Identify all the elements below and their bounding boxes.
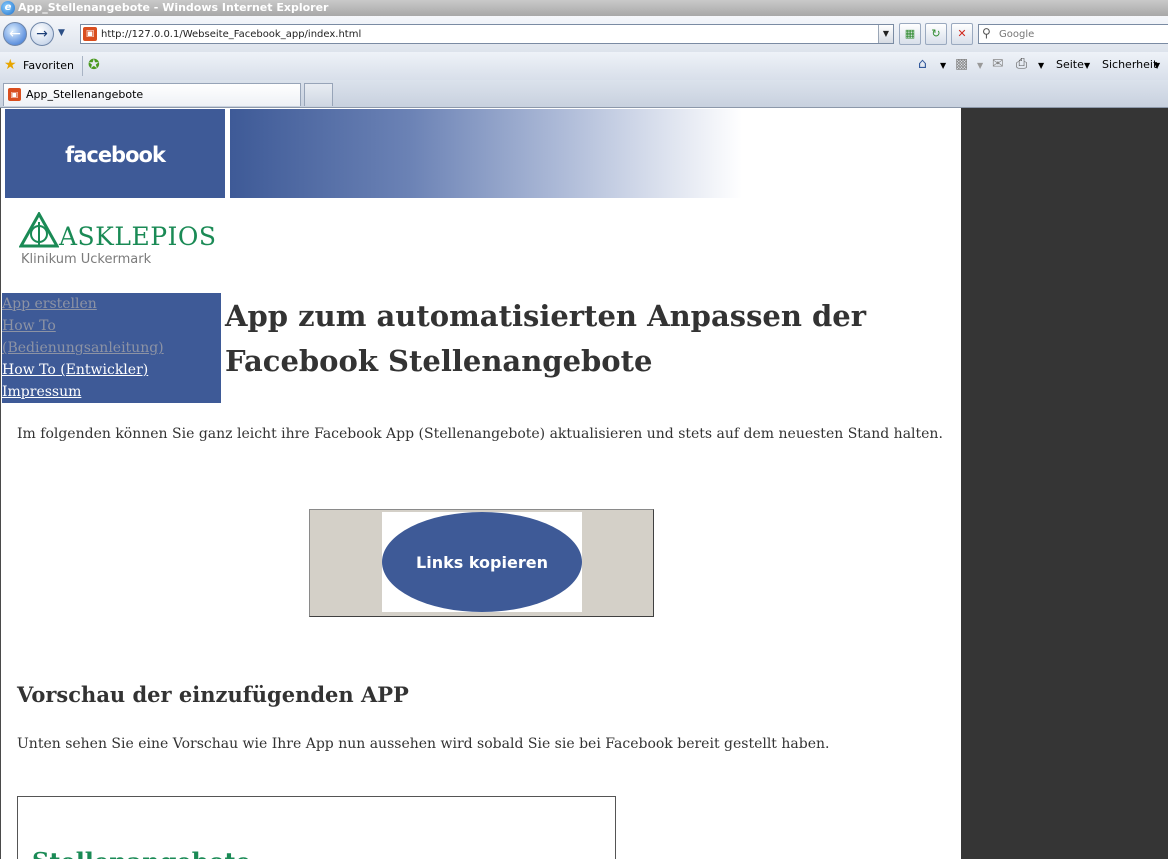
menu-item-how-to-entwickler[interactable]: How To (Entwickler) — [2, 359, 221, 381]
address-bar: ▣ ▼ — [80, 24, 894, 44]
url-input[interactable] — [101, 25, 871, 43]
window-titlebar: e App_Stellenangebote - Windows Internet… — [0, 0, 1168, 16]
preview-heading: Stellenangebote — [32, 847, 251, 859]
tab-label: App_Stellenangebote — [26, 88, 144, 101]
banner-gradient — [230, 109, 742, 198]
asklepios-emblem-icon — [19, 212, 59, 248]
right-gray-area — [961, 108, 1168, 859]
window-title: App_Stellenangebote - Windows Internet E… — [18, 1, 329, 14]
page-menu-dropdown-icon[interactable]: ▼ — [1084, 61, 1090, 70]
brand-name: ASKLEPIOS — [59, 222, 217, 251]
add-favorite-icon[interactable]: ✪ — [88, 57, 100, 73]
home-icon[interactable]: ⌂ — [918, 56, 927, 72]
tab-app-stellenangebote[interactable]: ▣ App_Stellenangebote — [3, 83, 301, 106]
preview-description: Unten sehen Sie eine Vorschau wie Ihre A… — [17, 736, 830, 752]
intro-text: Im folgenden können Sie ganz leicht ihre… — [17, 426, 943, 442]
search-input[interactable] — [999, 25, 1164, 43]
search-icon: ⚲ — [982, 26, 991, 40]
favorites-separator — [82, 56, 83, 76]
preview-section-title: Vorschau der einzufügenden APP — [17, 682, 409, 707]
tab-bar: ▣ App_Stellenangebote — [0, 80, 1168, 108]
main-menu: App erstellen How To (Bedienungsanleitun… — [2, 293, 221, 403]
site-favicon-icon: ▣ — [83, 27, 97, 41]
favorites-star-icon[interactable]: ★ — [4, 57, 17, 73]
asklepios-logo: ASKLEPIOS Klinikum Uckermark — [19, 212, 219, 272]
page-title: App zum automatisierten Anpassen der Fac… — [225, 299, 867, 378]
stop-button[interactable]: ✕ — [951, 23, 973, 45]
security-menu[interactable]: Sicherheit — [1102, 58, 1157, 71]
print-icon[interactable]: ⎙ — [1016, 56, 1027, 72]
menu-item-impressum[interactable]: Impressum — [2, 381, 221, 403]
page-menu[interactable]: Seite — [1056, 58, 1084, 71]
print-dropdown-icon[interactable]: ▼ — [1038, 61, 1044, 70]
app-preview-frame: Stellenangebote — [17, 796, 616, 859]
search-box: ⚲ — [978, 24, 1168, 44]
page-viewport: facebook ASKLEPIOS Klinikum Uckermark Ap… — [0, 108, 961, 859]
tab-favicon-icon: ▣ — [8, 88, 21, 101]
mail-icon[interactable]: ✉ — [992, 56, 1004, 72]
favorites-button[interactable]: Favoriten — [23, 59, 74, 72]
recent-pages-dropdown-icon[interactable]: ▼ — [58, 28, 65, 38]
copy-links-panel: Links kopieren — [309, 509, 654, 617]
facebook-banner: facebook — [5, 109, 225, 198]
menu-item-how-to-bedienungsanleitung[interactable]: How To (Bedienungsanleitung) — [2, 315, 202, 359]
address-toolbar: ← → ▼ ▣ ▼ ▦ ↻ ✕ ⚲ — [0, 16, 1168, 52]
forward-button[interactable]: → — [30, 22, 54, 46]
new-tab-button[interactable] — [304, 83, 333, 106]
ie-logo-icon: e — [1, 1, 15, 15]
copy-links-button-frame: Links kopieren — [382, 512, 582, 612]
refresh-button[interactable]: ↻ — [925, 23, 947, 45]
back-button[interactable]: ← — [3, 22, 27, 46]
security-menu-dropdown-icon[interactable]: ▼ — [1154, 61, 1160, 70]
address-dropdown-icon[interactable]: ▼ — [878, 25, 893, 43]
menu-item-app-erstellen[interactable]: App erstellen — [2, 293, 221, 315]
compatibility-view-button[interactable]: ▦ — [899, 23, 921, 45]
feeds-icon[interactable]: ▩ — [955, 56, 968, 72]
facebook-logo: facebook — [65, 143, 166, 167]
favorites-bar: ★ Favoriten ✪ ⌂ ▼ ▩ ▼ ✉ ⎙ ▼ Seite ▼ Sich… — [0, 52, 1168, 80]
brand-subtitle: Klinikum Uckermark — [21, 252, 152, 267]
copy-links-button[interactable]: Links kopieren — [382, 512, 582, 612]
menu-item-label: How To (Bedienungsanleitung) — [2, 318, 164, 356]
home-dropdown-icon[interactable]: ▼ — [940, 61, 946, 70]
feeds-dropdown-icon[interactable]: ▼ — [977, 61, 983, 70]
